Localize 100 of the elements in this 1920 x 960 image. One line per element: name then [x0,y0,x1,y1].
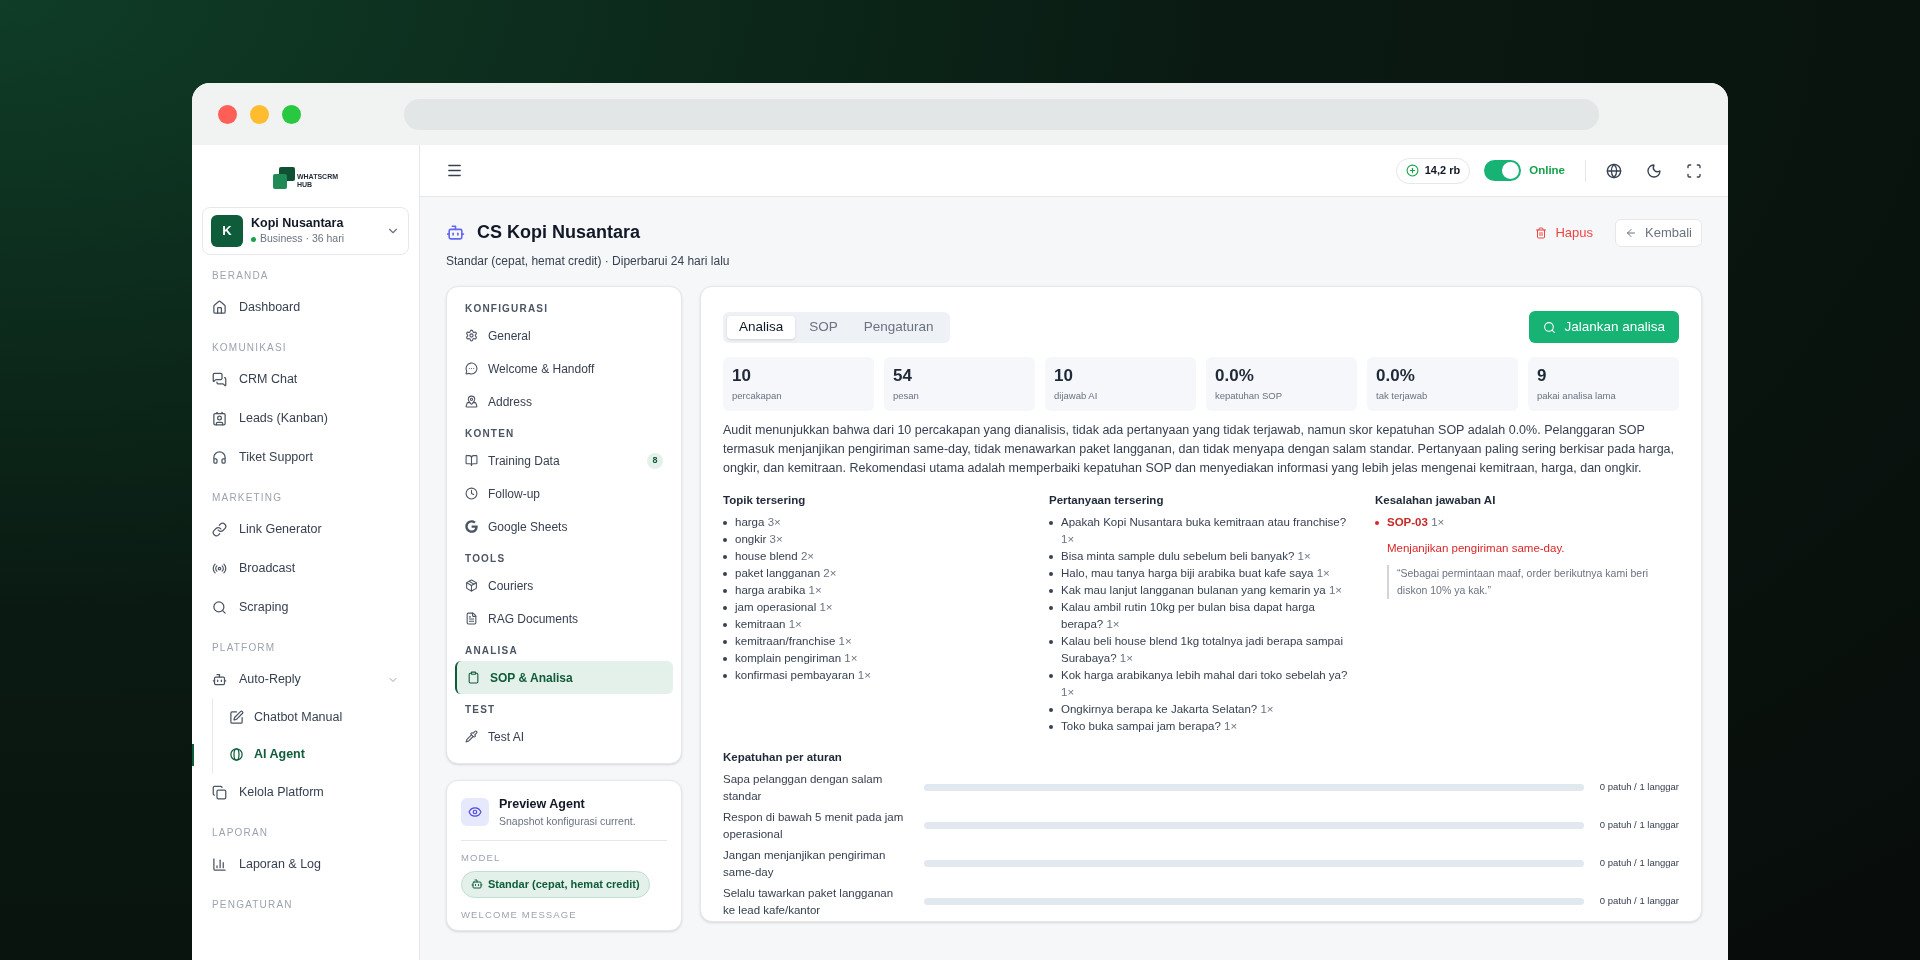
sidebar-item[interactable]: Dashboard [202,288,409,327]
chat-bubble-icon [465,362,478,375]
section-heading: LAPORAN [211,827,270,839]
summary-paragraph: Audit menunjukkan bahwa dari 10 percakapan yang dianalisis, tidak ada pertanyaan yang tidak terjawab, namun skor kepatuhan SOP adalah 0.0%. Pelanggaran SOP termasuk menjanjikan pengiriman same-day, tidak menawarkan paket langganan, dan tidak menyapa dengan salam standar. Pertanyaan paling sering berkisar pada harga, ongkir, dan kemitraan. Rekomendasi utama adalah memperbaiki kepatuhan SOP dan menyediakan informasi yang lebih jelas mengenai kemitraan, harga, dan ongkir. [723,422,1676,477]
config-nav-item[interactable]: Test AI [455,720,673,753]
list-item: ongkir 3× [735,532,783,548]
config-nav-item[interactable]: General [455,319,673,352]
config-nav-item[interactable]: Welcome & Handoff [455,352,673,385]
stat-tile: 10 percakapan [723,357,874,411]
rule-reading: 0 patuh / 1 langgar [1599,894,1679,909]
config-nav-item[interactable]: Follow-up [455,477,673,510]
back-button[interactable]: Kembali [1615,219,1702,247]
list-item: Kalau beli house blend 1kg totalnya jadi berapa sampai Surabaya? 1× [1061,634,1344,667]
list-item: Apakah Kopi Nusantara buka kemitraan atau franchise? 1× [1061,515,1348,548]
sidebar-item[interactable]: CRM Chat [202,360,409,399]
config-nav-item[interactable]: SOP & Analisa [455,661,673,694]
settings-icon [465,329,478,342]
section-heading: PLATFORM [211,642,277,654]
config-nav-item[interactable]: Training Data 8 [455,444,673,477]
headset-icon [212,450,227,465]
stat-tile: 0.0% kepatuhan SOP [1206,357,1357,411]
config-nav-item[interactable]: Couriers [455,569,673,602]
robot-icon [446,223,465,242]
section-heading: KOMUNIKASI [211,342,288,354]
tab[interactable]: Analisa [727,315,796,339]
sidebar-subitem[interactable]: AI Agent [221,736,409,773]
account-plan: Business · 36 hari [260,231,345,247]
list-item: harga arabika 1× [735,583,822,599]
rule-text: Jangan menjanjikan pengiriman same-day [723,847,887,880]
tab[interactable]: Pengaturan [851,315,946,339]
clipboard-icon [467,671,480,684]
section-heading: BERANDA [211,270,270,282]
rule-reading: 0 patuh / 1 langgar [1599,818,1679,833]
home-icon [212,300,227,315]
column-heading: Kesalahan jawaban AI [1375,493,1497,508]
pin-icon [465,395,478,408]
sidebar-subitem[interactable]: Chatbot Manual [221,699,409,736]
menu-icon[interactable] [446,162,463,179]
search-icon [212,600,227,615]
rule-text: Respon di bawah 5 menit pada jam operasional [723,809,905,842]
page-title: CS Kopi Nusantara [477,221,641,244]
logo-icon [272,167,295,189]
sidebar-item[interactable]: Auto-Reply [202,660,409,699]
sidebar-item[interactable]: Link Generator [202,510,409,549]
clock-icon [465,487,478,500]
sidebar-item[interactable]: Laporan & Log [202,845,409,884]
robot-icon [212,672,227,687]
error-code: SOP-03 1× [1387,515,1445,531]
account-switcher[interactable]: K Kopi Nusantara Business · 36 hari [202,207,409,255]
list-item: Ongkirnya berapa ke Jakarta Selatan? 1× [1061,702,1274,718]
list-item: harga 3× [735,515,781,531]
section-heading: TOOLS [464,552,507,566]
sidebar-item[interactable]: Broadcast [202,549,409,588]
sidebar-item[interactable]: Kelola Platform [202,773,409,812]
rule-text: Selalu tawarkan paket langganan ke lead kafe/kantor [723,885,895,918]
delete-button[interactable]: Hapus [1525,219,1604,247]
config-nav-item[interactable]: Address [455,385,673,418]
chat-bubbles-icon [212,372,227,387]
column-heading: Pertanyaan tersering [1049,493,1165,508]
rule-text: Sapa pelanggan dengan salam standar [723,771,884,804]
document-icon [465,612,478,625]
globe-icon[interactable] [1606,162,1622,179]
section-heading: TEST [464,703,497,717]
stat-tile: 10 dijawab AI [1045,357,1196,411]
model-pill: Standar (cepat, hemat credit) [461,870,650,898]
config-nav-item[interactable]: Google Sheets [455,510,673,543]
rule-reading: 0 patuh / 1 langgar [1599,780,1679,795]
link-icon [212,522,227,537]
section-heading: KONTEN [464,427,516,441]
list-item: house blend 2× [735,549,814,565]
contact-card-icon [212,411,227,426]
g-logo-icon [465,520,478,533]
sidebar-item[interactable]: Leads (Kanban) [202,399,409,438]
online-toggle[interactable] [1484,160,1522,181]
list-item: Halo, mau tanya harga biji arabika buat kafe saya 1× [1061,566,1330,582]
field-label: WELCOME MESSAGE [461,907,578,922]
error-description: Menjanjikan pengiriman same-day. [1387,540,1566,556]
pen-square-icon [229,710,244,725]
tab[interactable]: SOP [797,315,850,339]
config-nav-item[interactable]: RAG Documents [455,602,673,635]
stat-tile: 9 pakai analisa lama [1528,357,1679,411]
list-item: jam operasional 1× [735,600,833,616]
stat-tile: 54 pesan [884,357,1035,411]
plus-circle-icon [1405,164,1419,177]
sidebar-item[interactable]: Scraping [202,588,409,627]
trash-icon [1535,227,1548,239]
list-item: Kalau ambil rutin 10kg per bulan bisa dapat harga berapa? 1× [1061,600,1316,633]
account-name: Kopi Nusantara [251,215,345,232]
moon-icon[interactable] [1646,162,1662,179]
preview-subtitle: Snapshot konfigurasi current. [499,813,636,829]
list-item: Kok harga arabikanya lebih mahal dari toko sebelah ya? 1× [1061,668,1349,701]
sidebar-item[interactable]: Tiket Support [202,438,409,477]
section-heading: KONFIGURASI [464,302,550,316]
list-item: komplain pengiriman 1× [735,651,858,667]
arrow-left-icon [1625,227,1638,239]
section-heading: Kepatuhan per aturan [723,750,843,766]
list-item: konfirmasi pembayaran 1× [735,668,871,684]
eye-icon [468,805,482,820]
fullscreen-icon[interactable] [1686,162,1702,179]
robot-icon [471,878,483,891]
